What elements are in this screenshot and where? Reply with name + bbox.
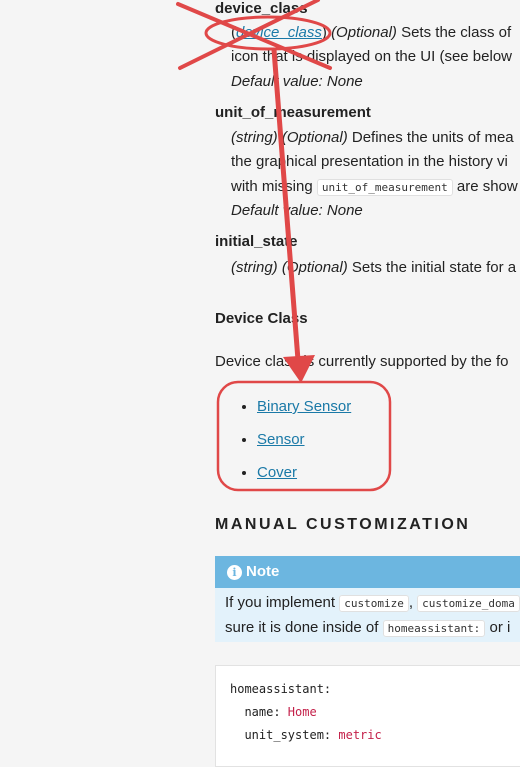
device-class-list: Binary Sensor Sensor Cover	[235, 390, 351, 489]
attr-unit-desc-line3: with missing unit_of_measurement are sho…	[231, 175, 518, 200]
attr-device-class-name: device_class	[215, 0, 308, 17]
attr-unit-name: unit_of_measurement	[215, 104, 371, 121]
note-header: i Note	[215, 556, 520, 588]
type-label: (string)	[231, 129, 278, 146]
code-line-1: homeassistant:	[230, 682, 332, 696]
list-item: Cover	[257, 456, 351, 489]
attr-device-class-desc-line1: (device_class) (Optional) Sets the class…	[231, 24, 512, 41]
note-box: i Note If you implement customize, custo…	[215, 556, 520, 642]
desc-text: Sets the initial state for a	[347, 259, 517, 276]
code-line-3: unit_system: metric	[230, 728, 382, 742]
desc-text: are show	[452, 178, 518, 195]
code-value: Home	[287, 705, 317, 719]
code-value: metric	[338, 728, 382, 742]
sensor-link[interactable]: Sensor	[257, 431, 305, 448]
attr-unit-default: Default value: None	[231, 199, 363, 223]
note-line-2: sure it is done inside of homeassistant:…	[215, 616, 520, 641]
optional-label: (Optional)	[281, 259, 348, 276]
optional-label: (Optional)	[281, 129, 348, 146]
note-text: If you implement	[225, 594, 340, 611]
device-class-link[interactable]: device_class	[236, 24, 322, 41]
device-class-intro: Device class is currently supported by t…	[215, 353, 509, 370]
attr-unit-desc-line2: the graphical presentation in the histor…	[231, 153, 508, 170]
inline-code: customize	[339, 595, 409, 612]
note-text: ,	[408, 594, 418, 611]
attr-initial-state-name: initial_state	[215, 233, 298, 250]
desc-text: Sets the class of	[396, 24, 512, 41]
manual-customization-heading: MANUAL CUSTOMIZATION	[215, 516, 471, 533]
note-line-1: If you implement customize, customize_do…	[215, 591, 520, 616]
default-value: Default value: None	[231, 202, 363, 219]
code-key: name:	[230, 705, 288, 719]
binary-sensor-link[interactable]: Binary Sensor	[257, 398, 351, 415]
code-key: unit_system:	[230, 728, 339, 742]
info-icon: i	[227, 564, 242, 580]
type-label: (string)	[231, 259, 278, 276]
attr-unit-desc-line1: (string) (Optional) Defines the units of…	[231, 126, 514, 150]
list-item: Binary Sensor	[257, 390, 351, 423]
device-class-heading: Device Class	[215, 310, 308, 327]
attr-device-class-desc-line2: icon that is displayed on the UI (see be…	[231, 48, 512, 65]
note-text: sure it is done inside of	[225, 619, 383, 636]
inline-code: customize_doma	[417, 595, 520, 612]
note-text: or i	[485, 619, 511, 636]
desc-text: Defines the units of mea	[347, 129, 514, 146]
attr-device-class-default: Default value: None	[231, 70, 363, 94]
default-value: Default value: None	[231, 73, 363, 90]
list-item: Sensor	[257, 423, 351, 456]
cover-link[interactable]: Cover	[257, 464, 297, 481]
attr-initial-state-desc: (string) (Optional) Sets the initial sta…	[231, 256, 516, 280]
optional-label: (Optional)	[331, 24, 397, 41]
inline-code: unit_of_measurement	[316, 179, 453, 196]
yaml-code-block: homeassistant: name: Home unit_system: m…	[215, 665, 520, 767]
docs-content: device_class (device_class) (Optional) S…	[0, 0, 520, 767]
code-line-2: name: Home	[230, 705, 317, 719]
inline-code: homeassistant:	[382, 620, 486, 637]
desc-text: with missing	[231, 178, 317, 195]
note-title: Note	[246, 563, 280, 580]
